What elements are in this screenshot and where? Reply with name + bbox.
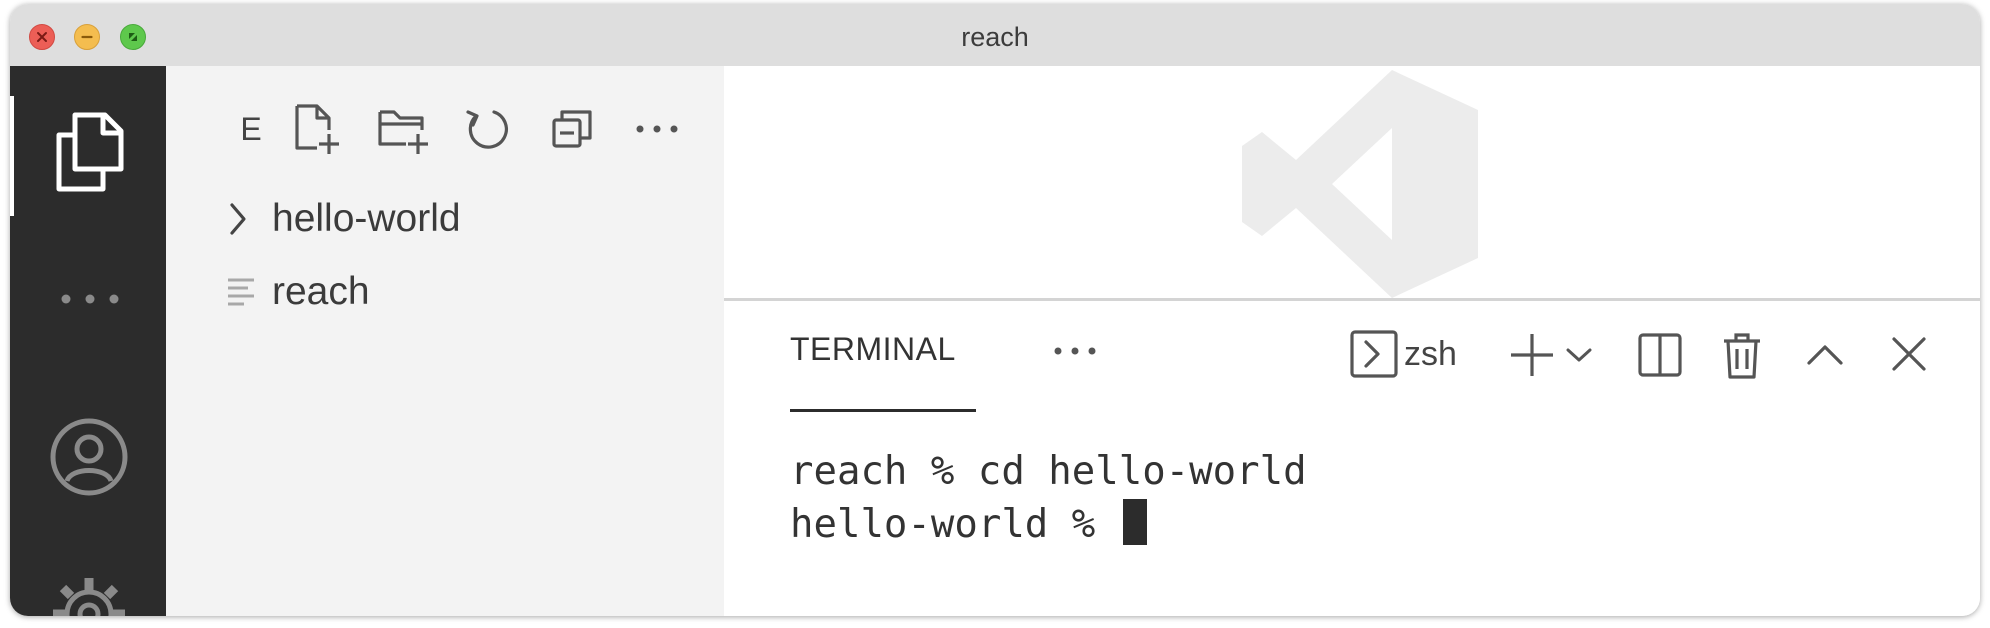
- vscode-watermark-icon: [1242, 70, 1478, 298]
- terminal-line: reach % cd hello-world: [790, 449, 1307, 494]
- explorer-view-button[interactable]: [50, 106, 130, 196]
- active-indicator: [10, 96, 14, 216]
- new-folder-icon: [378, 110, 428, 154]
- explorer-sidebar: E hello-world reach: [166, 66, 724, 616]
- split-icon: [1638, 333, 1682, 377]
- terminal-icon: [1350, 330, 1398, 378]
- collapse-folders-button[interactable]: [546, 102, 600, 156]
- kill-terminal-button[interactable]: [1718, 329, 1766, 381]
- app-window: reach E hello-world reach TERMINAL zsh r…: [10, 4, 1980, 616]
- tree-item-label: hello-world: [272, 197, 461, 240]
- explorer-more-button[interactable]: [632, 102, 682, 156]
- activity-bar: [10, 66, 166, 616]
- window-title: reach: [961, 22, 1029, 52]
- terminal-prompt-line[interactable]: hello-world %: [790, 499, 1147, 547]
- new-folder-button[interactable]: [374, 102, 434, 156]
- explorer-letter: E: [240, 110, 262, 147]
- chevron-down-icon: [1566, 348, 1592, 362]
- shell-name[interactable]: zsh: [1404, 335, 1457, 374]
- terminal-panel: TERMINAL zsh reach % cd hello-world hell…: [724, 298, 1980, 616]
- terminal-profiles-dropdown[interactable]: [1564, 341, 1594, 369]
- split-terminal-button[interactable]: [1636, 331, 1684, 379]
- trash-icon: [1724, 333, 1760, 379]
- refresh-explorer-button[interactable]: [462, 102, 516, 156]
- new-terminal-button[interactable]: [1508, 331, 1556, 379]
- more-views-button[interactable]: [50, 284, 130, 314]
- editor-area: [724, 66, 1980, 298]
- collapse-all-icon: [552, 110, 592, 148]
- chevron-right-icon: [230, 203, 246, 235]
- tab-terminal[interactable]: TERMINAL: [790, 331, 956, 368]
- panel-more-button[interactable]: [1050, 339, 1100, 363]
- close-icon: [1892, 337, 1926, 371]
- tree-file-reach[interactable]: reach: [226, 262, 370, 322]
- add-icon: [1511, 334, 1553, 376]
- title-bar: reach: [10, 4, 1980, 67]
- accounts-button[interactable]: [48, 416, 130, 498]
- more-icon: [61, 294, 119, 304]
- chevron-up-icon: [1807, 345, 1843, 365]
- settings-button[interactable]: [48, 574, 130, 616]
- tree-item-label: reach: [272, 270, 370, 313]
- tree-folder-hello-world[interactable]: hello-world: [226, 189, 461, 249]
- terminal-prompt: hello-world %: [790, 502, 1119, 547]
- new-file-icon: [295, 104, 339, 154]
- settings-gear-icon: [53, 578, 125, 616]
- refresh-icon: [466, 110, 508, 149]
- close-panel-button[interactable]: [1888, 333, 1930, 375]
- more-icon: [1054, 347, 1096, 355]
- terminal-cursor: [1122, 499, 1147, 545]
- new-file-button[interactable]: [290, 102, 346, 156]
- account-icon: [50, 418, 128, 496]
- explorer-title-letter: E: [236, 102, 266, 156]
- maximize-panel-button[interactable]: [1804, 337, 1846, 373]
- files-icon: [56, 112, 124, 192]
- active-tab-underline: [790, 409, 976, 412]
- file-lines-icon: [228, 278, 254, 306]
- more-icon: [636, 125, 678, 133]
- terminal-shell-button[interactable]: [1350, 329, 1398, 379]
